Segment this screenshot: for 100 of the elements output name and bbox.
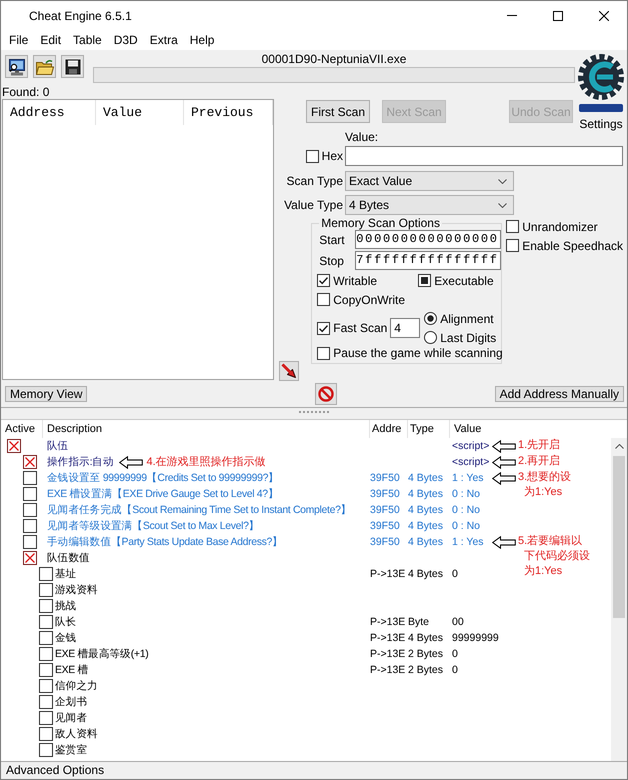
value-cell-text: 0 : No (452, 503, 482, 518)
active-checkbox[interactable] (39, 679, 53, 693)
column-header[interactable]: Active (1, 420, 43, 438)
advanced-options-panel[interactable]: Advanced Options (1, 761, 627, 779)
type-cell: 4 Bytes (408, 472, 444, 484)
active-checkbox[interactable] (23, 535, 37, 549)
radio-button[interactable] (424, 331, 438, 344)
active-checkbox[interactable] (7, 439, 21, 453)
column-header[interactable]: Value (450, 420, 627, 438)
radio-button[interactable] (424, 312, 438, 325)
entry-description: 见闻者等级设置满【Scout Set to Max Level?】 (47, 519, 260, 534)
active-checkbox[interactable] (23, 551, 37, 565)
value-cell-text: 0 (452, 567, 459, 582)
active-checkbox[interactable] (39, 583, 53, 597)
value-type-dropdown[interactable]: 4 Bytes (345, 195, 514, 215)
value-cell-text: <script> (452, 455, 490, 470)
menu-item[interactable]: Edit (34, 32, 68, 48)
checkbox-label: Writable (333, 274, 378, 288)
splitter-handle[interactable] (299, 411, 329, 415)
type-cell: 4 Bytes (408, 488, 444, 500)
minimize-icon (507, 15, 517, 16)
menu-item[interactable]: File (3, 32, 34, 48)
save-button[interactable] (61, 55, 84, 78)
checkbox[interactable] (317, 346, 330, 360)
field-label: Stop (318, 254, 345, 268)
menu-item[interactable]: D3D (108, 32, 144, 48)
entry-description: 手动编辑数值【Party Stats Update Base Address?】 (47, 535, 283, 550)
chevron-down-icon (498, 202, 507, 208)
active-checkbox[interactable] (39, 743, 53, 757)
column-header[interactable]: Value (96, 100, 184, 125)
menu-item[interactable]: Extra (144, 32, 184, 48)
address-field[interactable]: 0000000000000000 (355, 230, 501, 249)
checkbox[interactable] (317, 274, 330, 287)
type-cell: 4 Bytes (408, 632, 444, 644)
chevron-up-icon[interactable] (614, 444, 624, 449)
active-checkbox[interactable] (23, 487, 37, 501)
open-file-button[interactable] (33, 55, 56, 78)
active-checkbox[interactable] (39, 615, 53, 629)
process-name: 00001D90-NeptuniaVII.exe (262, 52, 406, 66)
value-cell-text: 00 (452, 615, 465, 630)
column-header[interactable]: Description (43, 420, 370, 438)
address-cell: P->13E (370, 632, 406, 644)
active-checkbox[interactable] (23, 471, 37, 485)
address-cell: P->13E (370, 616, 406, 628)
entry-description: 敌人资料 (55, 727, 98, 742)
active-checkbox[interactable] (39, 727, 53, 741)
entry-description: 鉴赏室 (55, 743, 87, 758)
checkbox[interactable] (317, 293, 330, 306)
value-input-field[interactable] (345, 146, 623, 166)
value-cell-text: 1 : Yes (452, 471, 485, 486)
checkbox[interactable] (506, 239, 520, 252)
scan-type-dropdown[interactable]: Exact Value (345, 171, 514, 191)
scan-results-list[interactable]: Address Value Previous (2, 99, 274, 380)
column-header[interactable]: Previous (184, 100, 273, 125)
left-arrow-icon (492, 440, 516, 452)
active-checkbox[interactable] (23, 519, 37, 533)
checkbox[interactable] (306, 150, 319, 162)
address-cell: 39F50 (370, 536, 400, 548)
checkbox[interactable] (317, 322, 330, 334)
checkbox-label: CopyOnWrite (333, 292, 406, 306)
address-cell: P->13E (370, 664, 406, 676)
address-field[interactable]: 7fffffffffffffff (355, 251, 501, 270)
annotation-text: 1.先开启 (518, 438, 560, 453)
menu-item[interactable]: Table (67, 32, 108, 48)
fast-scan-field[interactable]: 4 (390, 318, 420, 338)
type-cell: 2 Bytes (408, 648, 444, 660)
entry-description: 挑战 (55, 599, 76, 614)
value-cell-text: 1 : Yes (452, 535, 485, 550)
active-checkbox[interactable] (39, 695, 53, 709)
active-checkbox[interactable] (39, 663, 53, 677)
active-checkbox[interactable] (39, 567, 53, 581)
active-checkbox[interactable] (23, 455, 37, 469)
active-checkbox[interactable] (23, 503, 37, 517)
radio-label: Last Digits (440, 330, 496, 344)
column-header[interactable]: Addre (370, 420, 408, 438)
address-cell: 39F50 (370, 520, 400, 532)
scan-button[interactable]: First Scan (306, 100, 370, 123)
scrollbar-thumb[interactable] (613, 456, 625, 618)
entry-description: 见闻者任务完成【Scout Remaining Time Set to Instant Complete?】 (47, 503, 352, 518)
active-checkbox[interactable] (39, 711, 53, 725)
scrollbar[interactable] (611, 438, 627, 761)
active-checkbox[interactable] (39, 647, 53, 661)
add-address-button[interactable]: Add Address Manually (494, 386, 624, 402)
type-cell: 4 Bytes (408, 520, 444, 532)
checkbox-label: Executable (434, 274, 494, 288)
settings-link[interactable]: Settings (579, 117, 623, 131)
stop-button[interactable] (315, 383, 338, 405)
checkbox[interactable] (506, 220, 520, 233)
active-checkbox[interactable] (39, 631, 53, 645)
arrow-button[interactable] (279, 361, 299, 381)
address-cell: 39F50 (370, 488, 400, 500)
menu-item[interactable]: Help (184, 32, 220, 48)
checkbox-label: Unrandomizer (522, 220, 598, 234)
gear-logo-icon[interactable] (578, 52, 624, 114)
active-checkbox[interactable] (39, 599, 53, 613)
select-process-button[interactable] (5, 55, 28, 78)
column-header[interactable]: Type (408, 420, 450, 438)
column-header[interactable]: Address (3, 100, 96, 125)
memory-view-button[interactable]: Memory View (5, 386, 88, 402)
checkbox[interactable] (418, 274, 432, 287)
